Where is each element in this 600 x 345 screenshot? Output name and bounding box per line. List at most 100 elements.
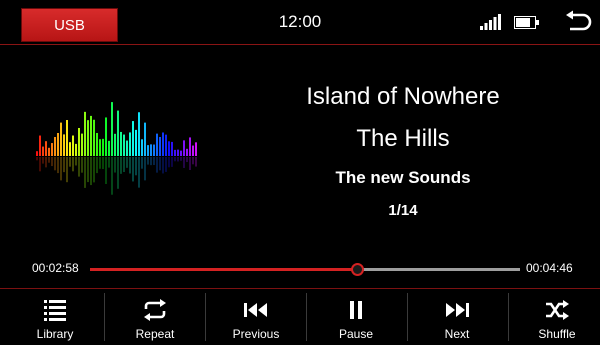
pause-icon [350,301,362,319]
spectrum-reflection [117,157,119,189]
spectrum-bar [141,139,143,156]
spectrum-bar [42,146,44,156]
spectrum-reflection [51,157,53,167]
album-name: The new Sounds [335,168,471,187]
spectrum-reflection [63,157,65,173]
spectrum-bar [93,119,95,156]
spectrum-bar [117,110,119,156]
spectrum-bar [132,121,134,156]
spectrum-reflection [162,157,164,174]
spectrum-reflection [90,157,92,186]
spectrum-visualizer [36,102,197,195]
spectrum-bar [51,143,53,156]
spectrum-bar [69,142,71,156]
spectrum-reflection [78,157,80,177]
spectrum-reflection [42,157,44,164]
spectrum-reflection [75,157,77,166]
spectrum-bar [129,132,131,156]
spectrum-bar [108,140,110,156]
spectrum-reflection [108,157,110,168]
progress-slider[interactable] [90,263,520,276]
spectrum-reflection [39,157,41,172]
spectrum-reflection [150,157,152,166]
spectrum-reflection [192,157,194,165]
spectrum-bar [153,144,155,156]
spectrum-bar [162,132,164,156]
spectrum-bar [99,139,101,156]
previous-label: Previous [232,327,280,341]
spectrum-bar [48,147,50,156]
spectrum-bar [45,141,47,156]
progress-knob[interactable] [351,263,365,276]
spectrum-bar [57,132,59,156]
total-time: 00:04:46 [526,261,573,275]
spectrum-reflection [105,157,107,184]
spectrum-bar [66,120,68,156]
spectrum-reflection [159,157,161,171]
previous-button[interactable]: Previous [206,289,306,345]
signal-icon [480,14,501,30]
spectrum-reflection [147,157,149,165]
spectrum-bar [135,129,137,156]
music-player-screen: USB 12:00 Island of Nowhere The Hills Th… [0,0,600,345]
spectrum-reflection [54,157,56,171]
spectrum-bar [159,136,161,156]
library-button[interactable]: Library [5,289,105,345]
spectrum-reflection [138,157,140,188]
shuffle-label: Shuffle [538,327,576,341]
spectrum-bar [105,117,107,156]
shuffle-icon [546,300,569,320]
next-icon [446,303,469,317]
spectrum-bar [81,133,83,156]
spectrum-reflection [174,157,176,162]
spectrum-reflection [111,157,113,195]
back-icon[interactable] [563,10,593,36]
library-list-icon [44,300,66,321]
spectrum-reflection [126,157,128,168]
spectrum-bar [180,150,182,156]
spectrum-reflection [144,157,146,181]
spectrum-bar [84,111,86,156]
spectrum-bar [174,149,176,156]
spectrum-bar [75,143,77,156]
spectrum-bar [156,133,158,156]
spectrum-reflection [36,157,38,161]
spectrum-reflection [195,157,197,167]
control-bar: Library Repeat Previous Pause Next Shuff… [0,288,600,345]
spectrum-reflection [165,157,167,172]
pause-button[interactable]: Pause [306,289,406,345]
spectrum-bar [60,122,62,156]
spectrum-reflection [84,157,86,188]
spectrum-reflection [66,157,68,183]
spectrum-reflection [186,157,188,163]
shuffle-button[interactable]: Shuffle [507,289,600,345]
spectrum-bar [114,133,116,156]
pause-label: Pause [338,327,374,341]
spectrum-reflection [156,157,158,173]
spectrum-bar [120,131,122,156]
spectrum-reflection [189,157,191,171]
spectrum-bar [186,148,188,156]
spectrum-bar [78,127,80,156]
spectrum-reflection [120,157,122,174]
top-bar: USB 12:00 [0,0,600,45]
spectrum-bar [54,137,56,156]
spectrum-reflection [153,157,155,166]
spectrum-bar [87,120,89,156]
spectrum-reflection [93,157,95,183]
repeat-button[interactable]: Repeat [105,289,205,345]
spectrum-reflection [81,157,83,173]
spectrum-bar [111,102,113,156]
spectrum-reflection [171,157,173,167]
spectrum-bar [39,135,41,156]
spectrum-reflection [96,157,98,174]
spectrum-reflection [129,157,131,174]
spectrum-reflection [48,157,50,163]
spectrum-bar [144,122,146,156]
battery-icon [514,16,539,29]
spectrum-bar [195,142,197,156]
spectrum-reflection [168,157,170,168]
spectrum-bar [96,133,98,156]
song-title: Island of Nowhere [306,83,500,110]
next-button[interactable]: Next [407,289,507,345]
